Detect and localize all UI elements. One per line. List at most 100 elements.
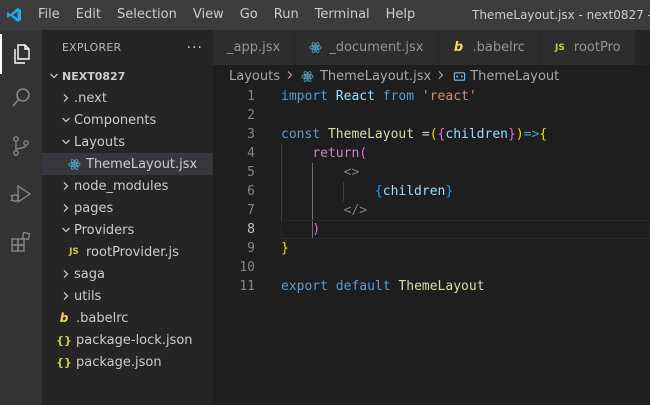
menu-file[interactable]: File [30,0,68,30]
code-line[interactable]: 8 ) [213,220,650,239]
more-actions-icon[interactable]: ··· [187,40,203,56]
line-number: 1 [247,89,255,104]
tab-babelrc[interactable]: b .babelrc [438,30,540,65]
menu-edit[interactable]: Edit [68,0,109,30]
breadcrumb-item[interactable]: ThemeLayout [470,69,559,84]
chevron-right-icon [58,203,74,213]
chevron-right-icon [58,291,74,301]
tree-item-label: saga [74,266,105,282]
code-token: ThemeLayout [398,279,485,294]
menu-help[interactable]: Help [378,0,424,30]
code-token: => [523,127,540,142]
babel-icon: b [453,40,464,55]
search-icon[interactable] [0,78,42,118]
tree-item-babelrc[interactable]: b .babelrc [42,307,213,329]
code-text: const ThemeLayout =({children})=>{ [281,125,547,144]
menu-selection[interactable]: Selection [109,0,185,30]
chevron-right-icon [58,269,74,279]
code-token: export [281,279,328,294]
code-token: <> [343,165,360,180]
tab-rootprovider[interactable]: JS rootPro [539,30,636,65]
menu-go[interactable]: Go [232,0,266,30]
code-line[interactable]: 3 const ThemeLayout =({children})=>{ [213,125,650,144]
tree-item-utils[interactable]: utils [42,285,213,307]
run-debug-icon[interactable] [0,174,42,214]
code-token: 'react' [421,89,477,104]
code-text: ) [281,220,320,239]
code-token: = [414,127,430,142]
tab-label: _app.jsx [227,40,281,55]
code-token: ) [515,127,524,142]
menu-terminal[interactable]: Terminal [307,0,378,30]
tree-item-node-modules[interactable]: node_modules [42,175,213,197]
code-line[interactable]: 4 return( [213,144,650,163]
chevron-down-icon [46,71,62,81]
vscode-logo-icon[interactable] [0,0,28,30]
chevron-down-icon [58,115,74,125]
code-token: from [382,89,415,104]
code-line[interactable]: 11 export default ThemeLayout [213,277,650,296]
code-line[interactable]: 2 [213,106,650,125]
activity-bar [0,30,42,405]
tree-item-package-json[interactable]: {} package.json [42,351,213,373]
menu-view[interactable]: View [185,0,232,30]
line-number: 9 [247,241,255,256]
tree-item-package-lock-json[interactable]: {} package-lock.json [42,329,213,351]
tree-item-layouts[interactable]: Layouts [42,131,213,153]
tree-item-label: package-lock.json [76,332,193,348]
tree-item-themelayout-jsx[interactable]: ThemeLayout.jsx [42,153,213,175]
tab-document-jsx[interactable]: _document.jsx [295,30,439,65]
extensions-icon[interactable] [0,222,42,262]
code-token: ) [312,222,321,237]
source-control-icon[interactable] [0,126,42,166]
tree-item-saga[interactable]: saga [42,263,213,285]
tree-item-label: Layouts [74,134,125,150]
breadcrumb-item[interactable]: Layouts [229,69,280,84]
code-token: children [382,184,446,199]
code-line[interactable]: 10 [213,258,650,277]
code-token: } [508,127,516,142]
code-line[interactable]: 5 <> [213,163,650,182]
tree-item-next[interactable]: .next [42,87,213,109]
code-line[interactable]: 7 </> [213,201,650,220]
line-number: 5 [247,165,255,180]
code-text: export default ThemeLayout [281,277,485,296]
chevron-down-icon [58,137,74,147]
code-text: import React from 'react' [281,87,477,106]
code-text: } [281,239,289,258]
tree-item-label: package.json [76,354,162,370]
code-line[interactable]: 9} [213,239,650,258]
code-token: ThemeLayout [327,127,415,142]
tree-item-providers[interactable]: Providers [42,219,213,241]
menu-run[interactable]: Run [266,0,307,30]
tree-item-pages[interactable]: pages [42,197,213,219]
explorer-icon[interactable] [0,34,42,74]
tab-app-jsx[interactable]: _app.jsx [213,30,296,65]
code-editor[interactable]: 1 import React from 'react' 2 3 const ThemeL… [213,87,650,405]
code-token: } [445,184,454,199]
json-icon: {} [56,355,72,369]
code-line[interactable]: 1 import React from 'react' [213,87,650,106]
code-line[interactable]: 6 {children} [213,182,650,201]
code-token: const [281,127,321,142]
workspace-root[interactable]: NEXT0827 [42,65,213,87]
title-bar: File Edit Selection View Go Run Terminal… [0,0,650,30]
code-token: import [281,89,328,104]
breadcrumb: Layouts ThemeLayout.jsx ThemeLayout [213,65,650,87]
tree-item-components[interactable]: Components [42,109,213,131]
code-token: } [281,241,289,256]
tree-item-label: pages [74,200,114,216]
chevron-down-icon [58,225,74,235]
breadcrumb-item[interactable]: ThemeLayout.jsx [320,69,431,84]
react-icon [66,158,82,171]
tree-item-rootprovider-js[interactable]: JS rootProvider.js [42,241,213,263]
babel-icon: b [59,311,69,325]
